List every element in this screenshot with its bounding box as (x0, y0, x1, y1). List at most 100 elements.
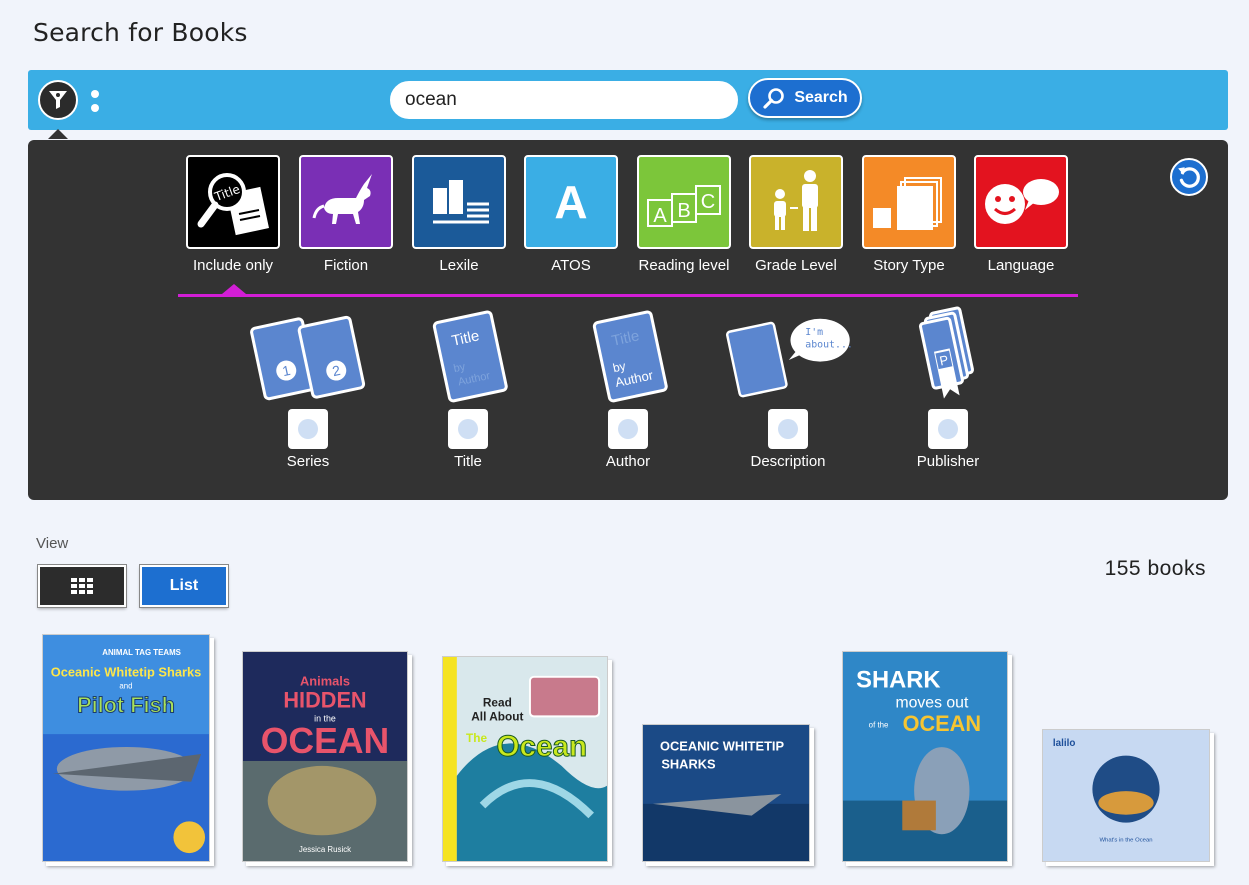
category-tile (862, 155, 956, 249)
category-tile: Title (186, 155, 280, 249)
book-cover-art: Animals HIDDEN in the OCEAN Jessica Rusi… (243, 652, 407, 861)
page-title: Search for Books (33, 18, 248, 47)
category-label: Lexile (439, 257, 479, 274)
publisher-art: P (878, 305, 1018, 405)
author-checkbox[interactable] (608, 409, 648, 449)
checkbox-dot (618, 419, 638, 439)
filter-panel: Title Include only Fiction Lexile A ATOS… (28, 140, 1228, 500)
book-cover-art: ANIMAL TAG TEAMS Oceanic Whitetip Sharks… (43, 635, 209, 861)
book-cover-art: OCEANIC WHITETIP SHARKS (643, 725, 809, 861)
speech-bubbles-icon (985, 179, 1059, 224)
view-label: View (36, 535, 69, 552)
description-checkbox[interactable] (768, 409, 808, 449)
dot-icon (91, 90, 99, 98)
author-art: Title by Author (558, 305, 698, 405)
field-option-author[interactable]: Title by Author Author (558, 305, 698, 470)
book-cover-text: Pilot Fish (77, 692, 175, 717)
lexile-books-icon (433, 180, 489, 224)
category-grade-level[interactable]: Grade Level (736, 155, 856, 274)
author-book-icon: Title by Author (592, 310, 668, 403)
publisher-books-icon: P (918, 306, 974, 399)
title-magnifier-icon: Title (197, 173, 269, 236)
category-label: Reading level (638, 257, 730, 274)
category-reading-level[interactable]: A B C Reading level (624, 155, 744, 274)
category-tile (749, 155, 843, 249)
series-checkbox[interactable] (288, 409, 328, 449)
funnel-icon (49, 91, 67, 109)
category-label: Language (987, 257, 1055, 274)
book-cover[interactable]: lalilo What's in the Ocean (1042, 729, 1210, 862)
checkbox-dot (298, 419, 318, 439)
checkbox-dot (938, 419, 958, 439)
category-language[interactable]: Language (961, 155, 1081, 274)
field-option-title[interactable]: Title by Author Title (398, 305, 538, 470)
publisher-checkbox[interactable] (928, 409, 968, 449)
book-cover-text: and (119, 682, 132, 691)
search-toolbar: Search (28, 70, 1228, 130)
active-category-pointer (222, 284, 246, 294)
book-cover-text: lalilo (1053, 738, 1076, 749)
field-option-description[interactable]: I'm about... Description (718, 305, 858, 470)
category-story-type[interactable]: Story Type (849, 155, 969, 274)
more-options-button[interactable] (90, 90, 100, 112)
series-books-icon: 1 2 (250, 315, 366, 401)
search-button[interactable]: Search (748, 78, 862, 118)
category-fiction[interactable]: Fiction (286, 155, 406, 274)
book-cover-text: HIDDEN (283, 687, 366, 712)
category-atos[interactable]: A ATOS (511, 155, 631, 274)
category-lexile[interactable]: Lexile (399, 155, 519, 274)
field-option-label: Publisher (916, 453, 980, 470)
search-input[interactable] (390, 81, 738, 119)
book-cover[interactable]: SHARK moves out of the OCEAN (842, 651, 1008, 862)
block-letter: C (701, 191, 715, 213)
checkbox-dot (778, 419, 798, 439)
book-cover-text: ANIMAL TAG TEAMS (102, 648, 181, 657)
book-cover[interactable]: Read All About The Ocean (442, 656, 608, 862)
search-button-label: Search (794, 89, 848, 106)
field-option-publisher[interactable]: P Publisher (878, 305, 1018, 470)
book-cover[interactable]: OCEANIC WHITETIP SHARKS (642, 724, 810, 862)
list-view-button[interactable]: List (139, 564, 229, 608)
title-book-icon: Title by Author (432, 310, 508, 403)
book-cover-text: Ocean (497, 730, 588, 763)
book-cover-art: lalilo What's in the Ocean (1043, 730, 1209, 861)
atos-letter-icon: A (554, 176, 587, 228)
field-option-series[interactable]: 1 2 Series (238, 305, 378, 470)
description-art: I'm about... (718, 305, 858, 405)
dot-icon (91, 104, 99, 112)
book-cover-text: Oceanic Whitetip Sharks (51, 665, 202, 680)
series-art: 1 2 (238, 305, 378, 405)
category-underline (178, 294, 1078, 297)
reset-icon (1178, 167, 1200, 188)
pages-icon (873, 177, 942, 230)
unicorn-icon (312, 174, 372, 224)
category-label: ATOS (551, 257, 591, 274)
book-cover[interactable]: Animals HIDDEN in the OCEAN Jessica Rusi… (242, 651, 408, 862)
atos-letter: A (554, 176, 587, 228)
bubble-text: about... (805, 340, 853, 351)
book-cover-text: OCEAN (261, 721, 389, 761)
book-cover-text: OCEANIC WHITETIP (660, 739, 784, 754)
book-cover-text: Animals (300, 674, 350, 689)
book-cover[interactable]: ANIMAL TAG TEAMS Oceanic Whitetip Sharks… (42, 634, 210, 862)
category-tile (412, 155, 506, 249)
search-icon (763, 88, 785, 109)
book-cover-text: of the (869, 720, 889, 729)
field-option-label: Title (454, 453, 482, 470)
block-letter: B (677, 200, 690, 222)
checkbox-dot (458, 419, 478, 439)
book-cover-text: SHARK (856, 668, 940, 694)
field-option-label: Description (750, 453, 826, 470)
book-cover-text: SHARKS (661, 756, 716, 771)
filter-toggle-button[interactable] (38, 80, 78, 120)
results-count: 155 books (1104, 557, 1206, 580)
category-include-only[interactable]: Title Include only (173, 155, 293, 274)
book-cover-text: What's in the Ocean (1099, 837, 1152, 843)
reset-filters-button[interactable] (1170, 158, 1208, 196)
grid-view-button[interactable] (37, 564, 127, 608)
category-tile (299, 155, 393, 249)
title-checkbox[interactable] (448, 409, 488, 449)
book-cover-text: Read (483, 696, 512, 710)
grid-icon (71, 578, 93, 594)
category-label: Fiction (323, 257, 369, 274)
